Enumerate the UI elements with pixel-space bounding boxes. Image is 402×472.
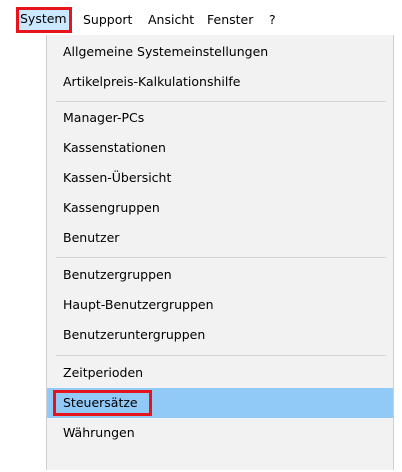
menu-item-benutzer[interactable]: Benutzer <box>47 223 393 253</box>
menu-item-label: Haupt-Benutzergruppen <box>63 297 214 312</box>
menu-item-benutzeruntergruppen[interactable]: Benutzeruntergruppen <box>47 320 393 350</box>
menu-item-label: Zeitperioden <box>63 365 144 380</box>
menu-bar: System Support Ansicht Fenster ? <box>0 0 402 35</box>
menu-item-label: Benutzer <box>63 230 120 245</box>
menu-item-label: Artikelpreis-Kalkulationshilfe <box>63 74 241 89</box>
menu-item-benutzergruppen[interactable]: Benutzergruppen <box>47 260 393 290</box>
menu-item-haupt-benutzergruppen[interactable]: Haupt-Benutzergruppen <box>47 290 393 320</box>
menu-item-label: Kassen-Übersicht <box>63 170 172 185</box>
menu-item-label: Benutzeruntergruppen <box>63 327 206 342</box>
menu-ansicht[interactable]: Ansicht <box>148 10 194 30</box>
menu-separator <box>56 355 386 356</box>
menu-item-label: Kassengruppen <box>63 200 160 215</box>
menu-item-label: Währungen <box>63 425 135 440</box>
menu-item-artikelpreis-kalkulationshilfe[interactable]: Artikelpreis-Kalkulationshilfe <box>47 67 393 97</box>
menu-separator <box>56 101 386 102</box>
menu-item-label: Kassenstationen <box>63 140 166 155</box>
menu-item-kassenstationen[interactable]: Kassenstationen <box>47 133 393 163</box>
menu-separator <box>56 257 386 258</box>
menu-item-kassen-uebersicht[interactable]: Kassen-Übersicht <box>47 163 393 193</box>
menu-item-label: Benutzergruppen <box>63 267 172 282</box>
menu-item-waehrungen[interactable]: Währungen <box>47 418 393 448</box>
menu-help[interactable]: ? <box>269 10 276 30</box>
menu-support[interactable]: Support <box>83 10 132 30</box>
menu-item-manager-pcs[interactable]: Manager-PCs <box>47 103 393 133</box>
menu-system[interactable]: System <box>16 7 72 33</box>
menu-item-label: Allgemeine Systemeinstellungen <box>63 44 269 59</box>
system-dropdown-menu: Allgemeine Systemeinstellungen Artikelpr… <box>46 35 394 470</box>
menu-item-label: Manager-PCs <box>63 110 145 125</box>
menu-fenster[interactable]: Fenster <box>207 10 253 30</box>
menu-item-label: Steuersätze <box>63 395 138 410</box>
menu-item-zeitperioden[interactable]: Zeitperioden <box>47 358 393 388</box>
menu-item-steuersaetze[interactable]: Steuersätze <box>47 388 393 418</box>
menu-item-allgemeine-systemeinstellungen[interactable]: Allgemeine Systemeinstellungen <box>47 37 393 67</box>
menu-item-kassengruppen[interactable]: Kassengruppen <box>47 193 393 223</box>
